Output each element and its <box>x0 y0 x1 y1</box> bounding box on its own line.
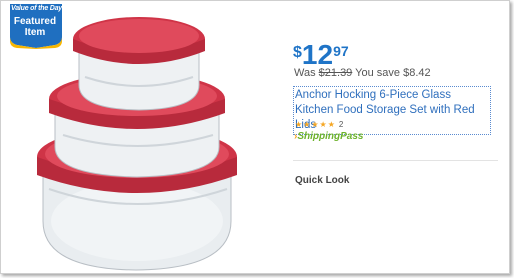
badge-label: Featured Item <box>9 16 61 38</box>
shipping-pass: ›ShippingPass <box>294 131 363 142</box>
product-card[interactable]: Value of the Day Featured Item $1297 Was… <box>0 0 510 274</box>
product-price: $1297 <box>293 41 349 69</box>
savings-line: Was $21.39 You save $8.42 <box>294 67 431 79</box>
quick-look-button[interactable]: Quick Look <box>295 175 349 186</box>
savings-amount: You save $8.42 <box>355 67 431 79</box>
price-cents: 97 <box>333 43 349 59</box>
review-count[interactable]: 2 <box>339 120 343 129</box>
price-dollars: 12 <box>301 39 334 70</box>
badge-label-line1: Featured <box>13 16 57 27</box>
original-price: $21.39 <box>318 67 353 79</box>
was-label: Was <box>294 67 316 79</box>
badge-label-top: Value of the Day <box>11 5 62 12</box>
badge-label-line2: Item <box>24 27 46 38</box>
rating-stars[interactable]: ★★★★★ 2 <box>295 120 343 129</box>
divider <box>293 160 498 161</box>
price-currency: $ <box>293 44 302 61</box>
shipping-pass-label: ShippingPass <box>297 131 364 142</box>
star-icons: ★★★★★ <box>295 120 336 129</box>
